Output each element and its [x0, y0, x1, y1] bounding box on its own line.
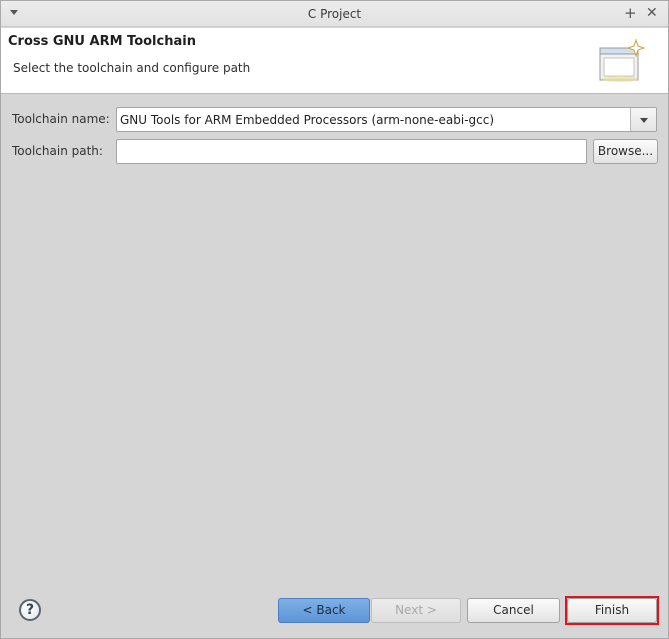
- wizard-header: Cross GNU ARM Toolchain Select the toolc…: [1, 28, 668, 94]
- cancel-button[interactable]: Cancel: [467, 598, 560, 623]
- maximize-icon[interactable]: +: [624, 4, 637, 22]
- page-title: Cross GNU ARM Toolchain: [8, 34, 196, 49]
- toolchain-path-label: Toolchain path:: [12, 144, 103, 158]
- next-button[interactable]: Next >: [371, 598, 461, 623]
- help-icon[interactable]: ?: [19, 599, 41, 621]
- browse-button[interactable]: Browse...: [593, 139, 658, 164]
- title-bar: C Project + ✕: [1, 1, 668, 27]
- toolchain-name-label: Toolchain name:: [12, 112, 110, 126]
- combo-dropdown-button[interactable]: [630, 108, 656, 131]
- toolchain-name-value: GNU Tools for ARM Embedded Processors (a…: [120, 113, 495, 127]
- toolchain-name-combo[interactable]: GNU Tools for ARM Embedded Processors (a…: [116, 107, 657, 132]
- window-title: C Project: [307, 7, 362, 21]
- chevron-down-icon: [640, 118, 648, 123]
- page-description: Select the toolchain and configure path: [13, 61, 251, 75]
- close-icon[interactable]: ✕: [646, 4, 658, 22]
- finish-highlight-box: [565, 596, 659, 625]
- wizard-banner-icon: [599, 38, 646, 82]
- c-project-dialog: C Project + ✕ Cross GNU ARM Toolchain Se…: [0, 0, 669, 639]
- back-button[interactable]: < Back: [278, 598, 370, 623]
- toolchain-path-input[interactable]: [116, 139, 587, 164]
